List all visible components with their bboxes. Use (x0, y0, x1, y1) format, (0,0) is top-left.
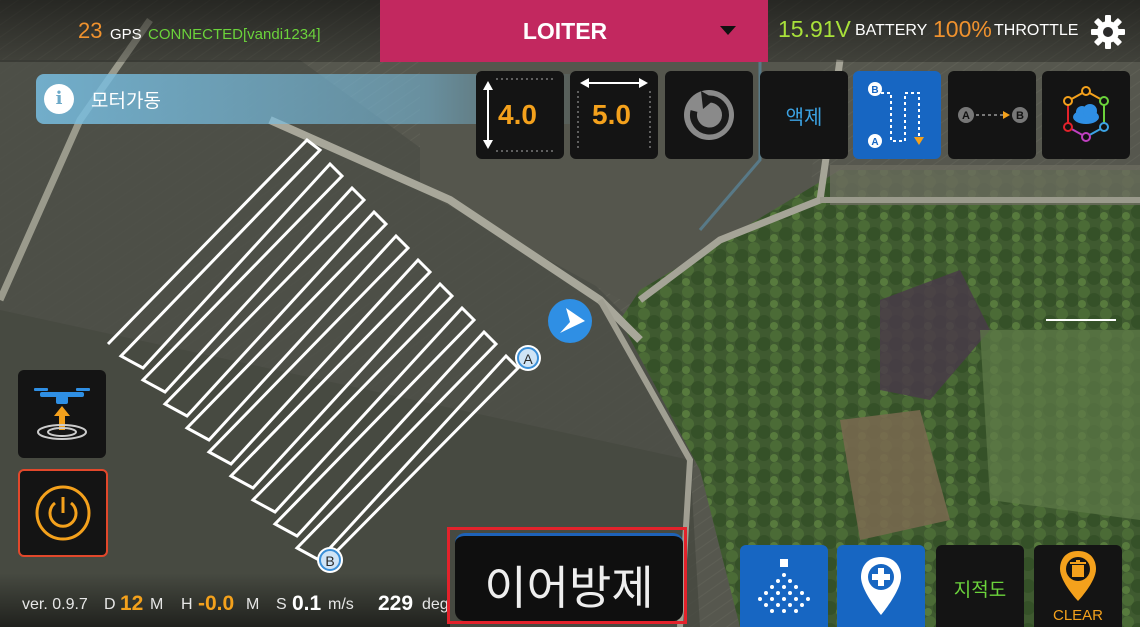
distance-unit: M (150, 596, 164, 613)
add-waypoint-button[interactable] (837, 545, 925, 627)
app-version: ver. 0.9.7 (22, 596, 88, 613)
battery-voltage: 15.91V (778, 16, 851, 42)
height-unit: M (246, 596, 260, 613)
a-to-b-button[interactable]: A B (948, 71, 1036, 159)
spray-width-value: 5.0 (592, 99, 631, 130)
height-label: H (181, 596, 193, 613)
add-waypoint-icon (861, 557, 901, 615)
power-button[interactable] (18, 469, 108, 557)
spray-height-value: 4.0 (498, 99, 537, 130)
a-to-b-icon: A B (958, 107, 1028, 123)
gps-satellite-count: 23 (78, 18, 103, 43)
waypoint-a-marker[interactable]: A (515, 345, 541, 371)
spray-height-button[interactable]: 4.0 (476, 71, 564, 159)
clear-label: CLEAR (1052, 607, 1104, 624)
spray-button[interactable] (740, 545, 828, 627)
cadastral-map-label: 지적도 (953, 579, 1007, 601)
throttle-value: 100% (933, 16, 992, 42)
svg-text:B: B (1016, 110, 1024, 122)
svg-text:B: B (871, 85, 878, 96)
svg-text:A: A (871, 137, 878, 148)
clear-button[interactable]: CLEAR (1034, 545, 1122, 627)
spray-icon (758, 559, 810, 613)
liquid-mode-label: 액제 (785, 105, 823, 129)
height-value: -0.0 (198, 592, 235, 615)
flight-mode-dropdown[interactable]: LOITER (380, 0, 768, 62)
throttle-label: THROTTLE (994, 22, 1079, 39)
spray-width-button[interactable]: 5.0 (570, 71, 658, 159)
cadastral-map-button[interactable]: 지적도 (936, 545, 1024, 627)
top-status-bar: 23 GPS CONNECTED[vandi1234] LOITER 15.91… (0, 0, 1140, 62)
battery-label: BATTERY (855, 22, 928, 39)
heading-value: 229 (378, 592, 414, 615)
flight-mode-label: LOITER (522, 18, 608, 44)
gear-icon[interactable] (1090, 14, 1126, 50)
cloud-network-icon (1063, 86, 1109, 142)
distance-label: D (104, 596, 116, 613)
drone-takeoff-icon (34, 388, 90, 440)
rotate-button[interactable] (665, 71, 753, 159)
notification-text: 모터가동 (91, 90, 161, 112)
marker-b-label: B (325, 553, 334, 569)
svg-text:A: A (962, 110, 970, 122)
zigzag-path-button[interactable]: B A (853, 71, 941, 159)
waypoint-b-marker[interactable]: B (317, 547, 343, 573)
chevron-down-icon (720, 26, 736, 35)
liquid-mode-button[interactable]: 액제 (760, 71, 848, 159)
speed-value: 0.1 (292, 592, 322, 615)
distance-value: 12 (120, 592, 144, 615)
marker-a-label: A (523, 351, 533, 367)
speed-unit: m/s (328, 596, 354, 613)
cloud-network-button[interactable] (1042, 71, 1130, 159)
heading-unit: deg (422, 596, 449, 613)
connection-status: CONNECTED[vandi1234] (148, 26, 321, 43)
resume-spraying-button[interactable]: 이어방제 (455, 533, 683, 621)
speed-label: S (276, 596, 287, 613)
power-icon (35, 485, 91, 541)
gps-label: GPS (110, 26, 142, 43)
resume-spraying-label: 이어방제 (484, 561, 654, 615)
heading-arrow-icon (548, 299, 592, 343)
rotate-icon (684, 90, 734, 140)
takeoff-button[interactable] (18, 370, 106, 458)
zigzag-path-icon: B A (868, 82, 924, 148)
info-icon: i (44, 84, 74, 114)
